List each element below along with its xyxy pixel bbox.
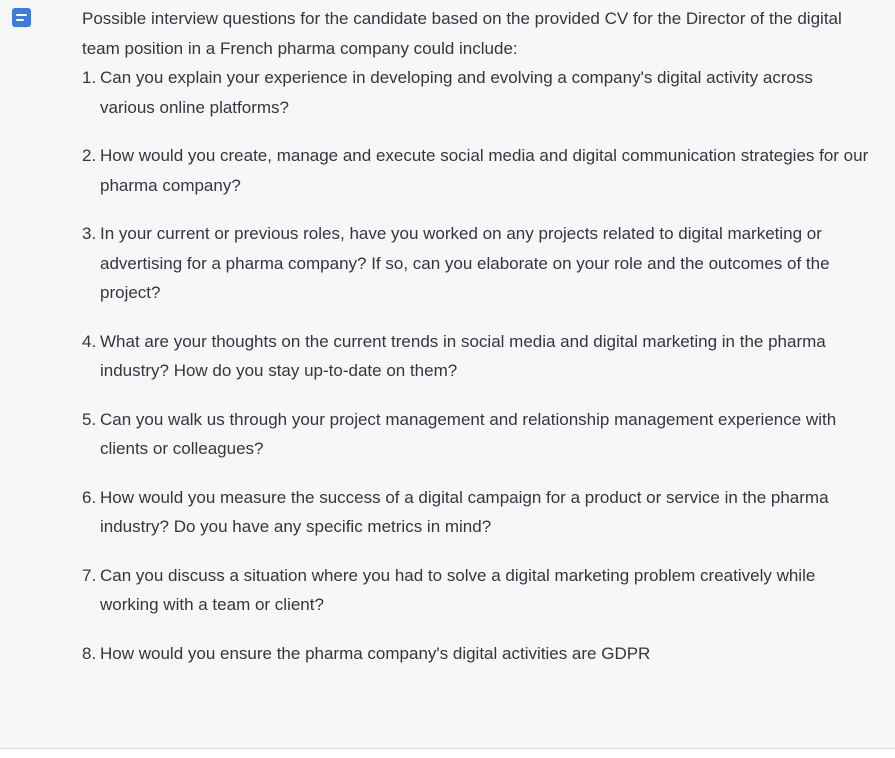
list-item-text: How would you create, manage and execute… [100,146,869,195]
list-item-number: 4. [82,331,97,351]
message-bottom-divider [0,748,895,758]
list-item-text: Can you walk us through your project man… [100,409,837,459]
list-item: 5. Can you walk us through your project m… [82,405,872,464]
list-item: 7. Can you discuss a situation where you … [82,561,872,620]
assistant-message: Possible interview questions for the can… [0,0,895,748]
list-item: 6. How would you measure the success of a… [82,483,872,542]
list-item: 3. In your current or previous roles, hav… [82,219,872,308]
list-item-text: How would you measure the success of a d… [100,487,829,537]
list-item-number: 7. [82,565,97,585]
list-item: 4. What are your thoughts on the current … [82,327,872,386]
list-item-number: 1. [82,68,97,87]
list-item-number: 2. [82,146,97,165]
list-item-text: How would you ensure the pharma company'… [100,643,651,663]
message-intro: Possible interview questions for the can… [82,9,842,58]
list-item-text: Can you discuss a situation where you ha… [100,565,816,615]
chat-bubble-icon [12,8,31,27]
message-content: Possible interview questions for the can… [82,4,872,687]
list-item: 2. How would you create, manage and execu… [82,141,872,200]
list-item-number: 6. [82,487,97,507]
list-item-number: 8. [82,643,97,663]
list-item: 1. Can you explain your experience in dev… [82,63,872,122]
question-list: 1. Can you explain your experience in dev… [82,63,872,668]
list-item-text: What are your thoughts on the current tr… [100,331,826,381]
list-item-number: 3. [82,224,97,243]
list-item-text: In your current or previous roles, have … [100,224,830,302]
list-item-text: Can you explain your experience in devel… [100,68,813,117]
list-item: 8. How would you ensure the pharma compan… [82,639,872,669]
list-item-number: 5. [82,409,97,429]
